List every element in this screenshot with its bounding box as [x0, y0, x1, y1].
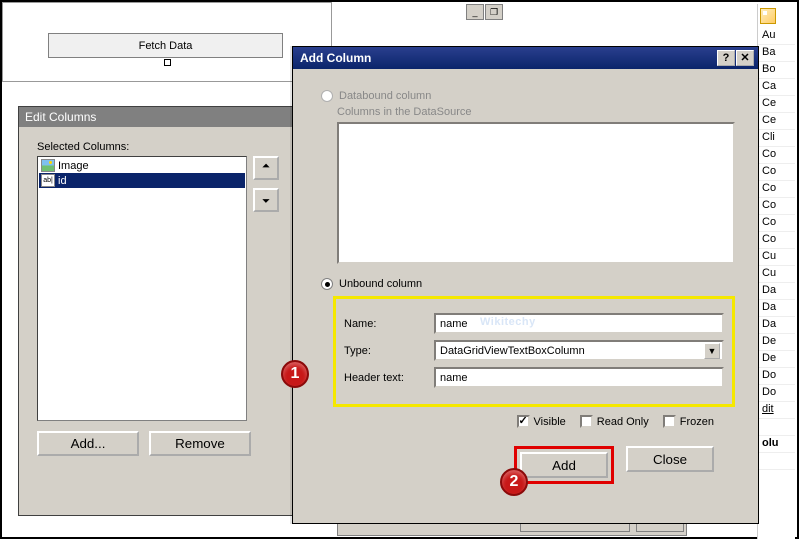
prop-row: Ba: [758, 45, 795, 62]
prop-row: Cu: [758, 266, 795, 283]
unbound-fields-highlight: Name: Wikitechy Type: DataGridViewTextBo…: [333, 296, 735, 407]
prop-row: Do: [758, 368, 795, 385]
selected-columns-list[interactable]: Image ab| id: [37, 156, 247, 421]
prop-row: De: [758, 334, 795, 351]
list-item[interactable]: ab| id: [39, 173, 245, 188]
type-combobox[interactable]: DataGridViewTextBoxColumn ▼: [434, 340, 724, 361]
prop-row: Au: [758, 28, 795, 45]
prop-row: [758, 419, 795, 436]
prop-row: Da: [758, 283, 795, 300]
readonly-label: Read Only: [597, 416, 649, 428]
prop-row: Bo: [758, 62, 795, 79]
edit-link[interactable]: dit: [758, 402, 795, 419]
add-button-highlight: Add: [514, 446, 614, 484]
type-value: DataGridViewTextBoxColumn: [440, 345, 704, 357]
add-column-titlebar[interactable]: Add Column ? ✕: [293, 47, 758, 69]
properties-panel: Au Ba Bo Ca Ce Ce Cli Co Co Co Co Co Co …: [757, 4, 795, 539]
checkbox-icon[interactable]: [580, 415, 593, 428]
checkbox-icon[interactable]: [517, 415, 530, 428]
list-item-label: Image: [58, 160, 89, 172]
checkbox-icon[interactable]: [663, 415, 676, 428]
fetch-data-button[interactable]: Fetch Data: [48, 33, 283, 58]
header-text-label: Header text:: [344, 372, 434, 384]
add-column-button[interactable]: Add...: [37, 431, 139, 456]
radio-icon[interactable]: [321, 278, 333, 290]
window-controls-fragment: _ ❐: [465, 4, 503, 20]
chevron-down-icon[interactable]: ▼: [704, 343, 720, 359]
unbound-radio-row[interactable]: Unbound column: [321, 278, 736, 290]
remove-column-button[interactable]: Remove: [149, 431, 251, 456]
move-up-button[interactable]: 🞁: [253, 156, 279, 180]
annotation-badge-1: 1: [281, 360, 309, 388]
add-button[interactable]: Add: [520, 452, 608, 478]
prop-row: Da: [758, 317, 795, 334]
fetch-window: Fetch Data: [2, 2, 332, 82]
add-column-dialog: Add Column ? ✕ Databound column Columns …: [292, 46, 759, 524]
name-input[interactable]: [434, 313, 724, 334]
datasource-label: Columns in the DataSource: [337, 106, 736, 118]
restore-icon[interactable]: ❐: [485, 4, 503, 20]
close-icon[interactable]: ✕: [736, 50, 754, 66]
type-label: Type:: [344, 345, 434, 357]
minimize-icon[interactable]: _: [466, 4, 484, 20]
properties-icon: [760, 8, 776, 24]
prop-row: Co: [758, 232, 795, 249]
dialog-title: Add Column: [300, 51, 371, 65]
databound-radio-label: Databound column: [339, 90, 431, 102]
prop-row: [758, 453, 795, 470]
help-button[interactable]: ?: [717, 50, 735, 66]
prop-row: Co: [758, 147, 795, 164]
prop-row: Cu: [758, 249, 795, 266]
list-item[interactable]: Image: [39, 158, 245, 173]
radio-icon[interactable]: [321, 90, 333, 102]
prop-row: Cli: [758, 130, 795, 147]
name-label: Name:: [344, 318, 434, 330]
unbound-radio-label: Unbound column: [339, 278, 422, 290]
visible-label: Visible: [534, 416, 566, 428]
prop-row: Co: [758, 215, 795, 232]
resize-handle[interactable]: [164, 59, 171, 66]
prop-row: Co: [758, 181, 795, 198]
annotation-badge-2: 2: [500, 468, 528, 496]
prop-row: Ce: [758, 96, 795, 113]
readonly-checkbox[interactable]: Read Only: [580, 415, 649, 428]
prop-row: De: [758, 351, 795, 368]
prop-row: Ca: [758, 79, 795, 96]
prop-row: Co: [758, 198, 795, 215]
visible-checkbox[interactable]: Visible: [517, 415, 566, 428]
frozen-label: Frozen: [680, 416, 714, 428]
image-icon: [41, 159, 55, 172]
prop-row: Da: [758, 300, 795, 317]
prop-row: Ce: [758, 113, 795, 130]
move-down-button[interactable]: 🞃: [253, 188, 279, 212]
list-item-label: id: [58, 175, 67, 187]
frozen-checkbox[interactable]: Frozen: [663, 415, 714, 428]
databound-radio-row[interactable]: Databound column: [321, 90, 736, 102]
close-button[interactable]: Close: [626, 446, 714, 472]
prop-row-bold: olu: [758, 436, 795, 453]
prop-row: Do: [758, 385, 795, 402]
header-text-input[interactable]: [434, 367, 724, 388]
prop-row: Co: [758, 164, 795, 181]
textbox-icon: ab|: [41, 174, 55, 187]
datasource-list: [337, 122, 735, 264]
